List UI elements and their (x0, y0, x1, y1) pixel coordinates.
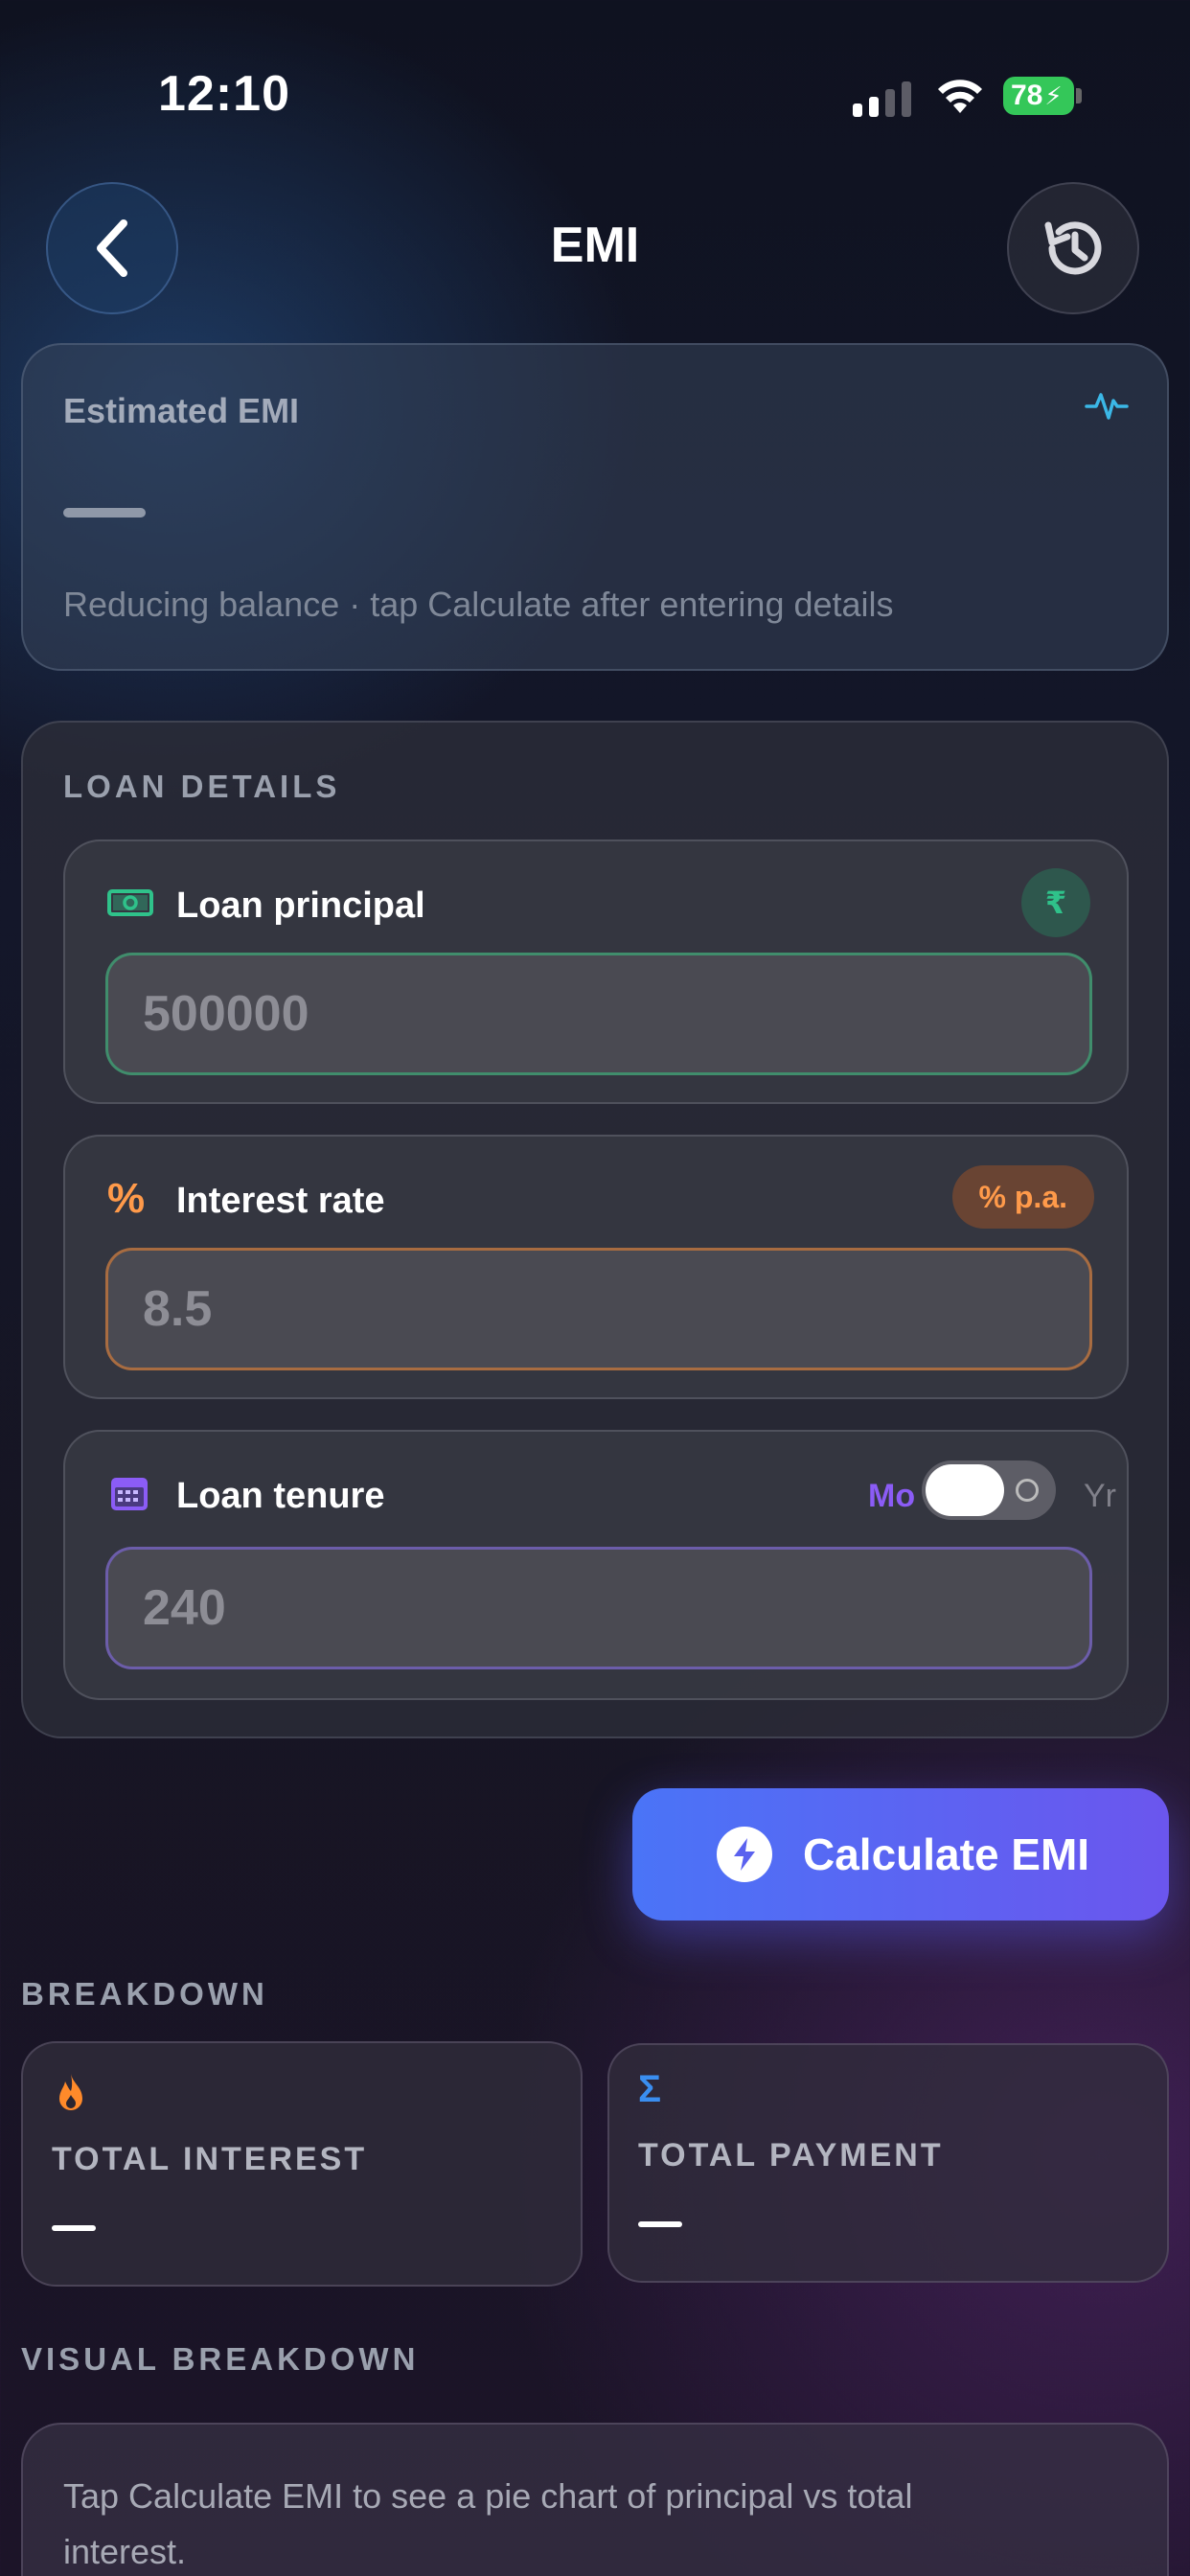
calculate-emi-label: Calculate EMI (803, 1829, 1090, 1879)
estimated-emi-label: Estimated EMI (63, 391, 300, 430)
loan-tenure-label: Loan tenure (176, 1476, 385, 1516)
lightning-icon (717, 1827, 772, 1882)
interest-rate-field: % Interest rate % p.a. 8.5 (63, 1135, 1129, 1399)
breakdown-title: BREAKDOWN (21, 1976, 268, 2012)
status-time: 12:10 (158, 66, 290, 122)
total-payment-label: TOTAL PAYMENT (638, 2137, 944, 2174)
sigma-icon: Σ (638, 2068, 662, 2110)
flame-icon (59, 2074, 82, 2110)
history-button[interactable] (1007, 182, 1139, 314)
battery-level: 78 (1011, 80, 1043, 111)
wifi-icon (938, 80, 982, 113)
cellular-signal-icon (853, 81, 911, 117)
loan-details-title: LOAN DETAILS (63, 769, 341, 804)
loan-tenure-field: Loan tenure Mo Yr 240 (63, 1430, 1129, 1700)
total-interest-value-placeholder (52, 2225, 96, 2231)
visual-breakdown-card: Tap Calculate EMI to see a pie chart of … (21, 2423, 1169, 2576)
loan-principal-field: Loan principal ₹ 500000 (63, 840, 1129, 1104)
calculate-emi-button[interactable]: Calculate EMI (632, 1788, 1169, 1920)
percent-per-annum-badge: % p.a. (951, 1165, 1094, 1229)
visual-breakdown-hint: Tap Calculate EMI to see a pie chart of … (63, 2476, 913, 2571)
total-payment-value-placeholder (638, 2221, 682, 2227)
estimated-emi-note: Reducing balance · tap Calculate after e… (63, 585, 894, 624)
tenure-unit-toggle[interactable] (922, 1460, 1056, 1520)
loan-principal-input[interactable]: 500000 (105, 953, 1092, 1075)
banknote-icon (107, 889, 153, 916)
total-payment-card: Σ TOTAL PAYMENT (607, 2043, 1169, 2283)
months-label: Mo (868, 1478, 916, 1514)
interest-rate-label: Interest rate (176, 1181, 385, 1221)
loan-principal-label: Loan principal (176, 886, 425, 926)
estimated-emi-value-placeholder (63, 508, 146, 518)
years-label: Yr (1084, 1478, 1116, 1514)
total-interest-card: TOTAL INTEREST (21, 2041, 583, 2287)
pulse-icon (1085, 393, 1129, 420)
rupee-badge: ₹ (1021, 868, 1090, 937)
calendar-icon (111, 1478, 148, 1510)
visual-breakdown-title: VISUAL BREAKDOWN (21, 2341, 420, 2377)
estimated-emi-card: Estimated EMI Reducing balance · tap Cal… (21, 343, 1169, 671)
total-interest-label: TOTAL INTEREST (52, 2141, 368, 2177)
percent-icon: % (107, 1175, 146, 1222)
interest-rate-input[interactable]: 8.5 (105, 1248, 1092, 1370)
loan-details-panel: LOAN DETAILS Loan principal ₹ 500000 % I… (21, 721, 1169, 1738)
battery-icon: 78 ⚡ (1003, 77, 1082, 115)
history-icon (1044, 221, 1102, 275)
loan-tenure-input[interactable]: 240 (105, 1547, 1092, 1669)
